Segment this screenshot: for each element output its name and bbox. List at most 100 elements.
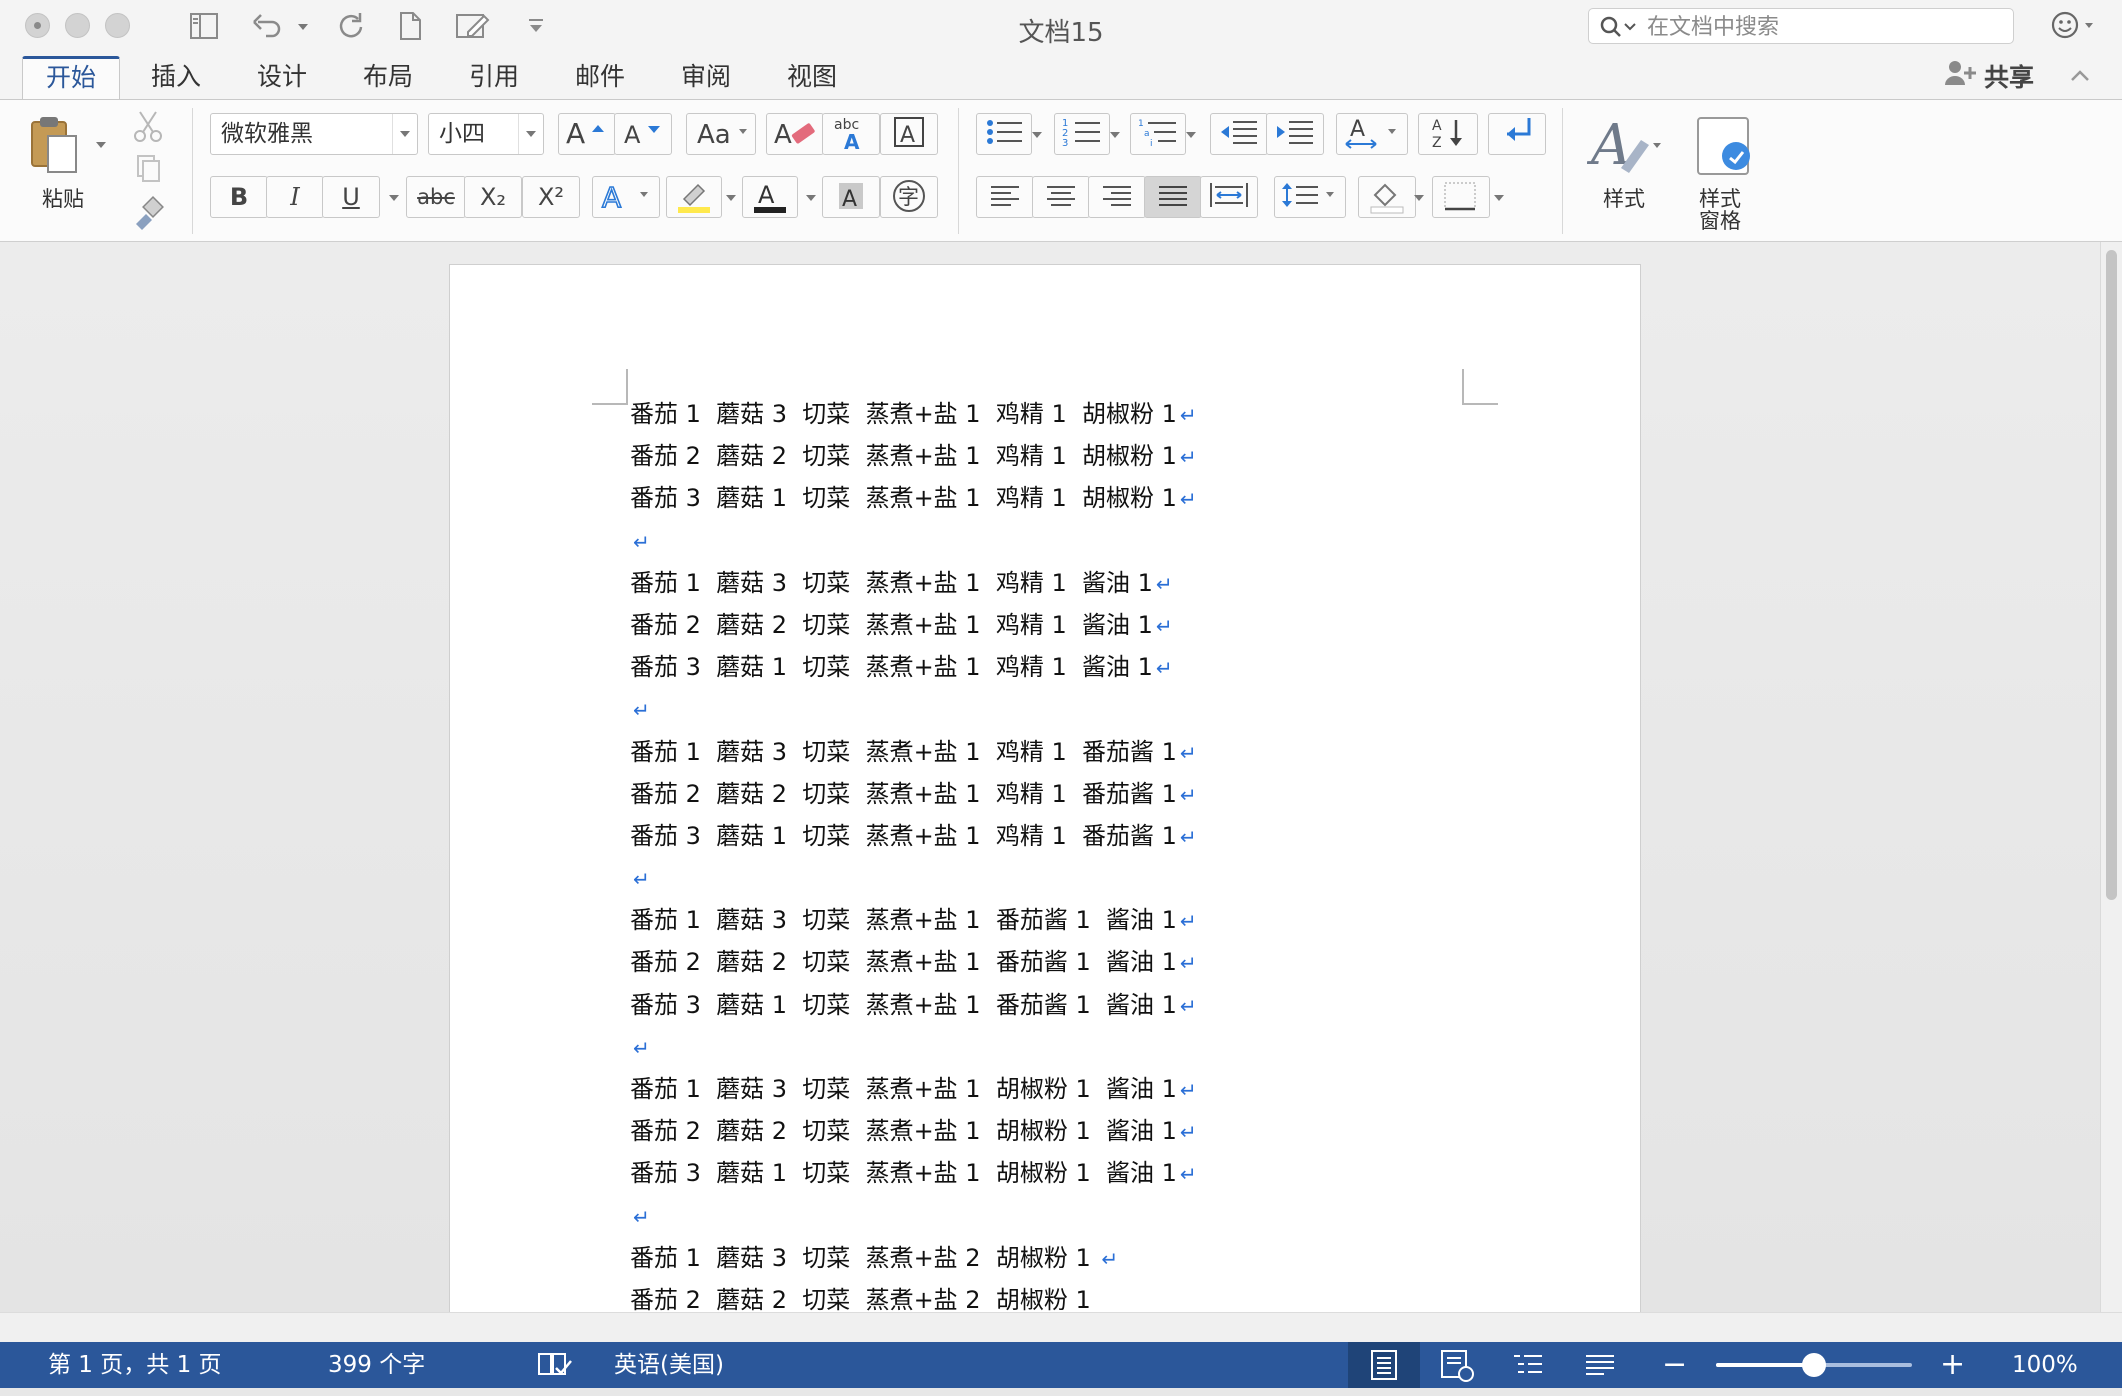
underline-dropdown-icon[interactable] (389, 195, 399, 201)
text-direction-button[interactable]: A (1336, 113, 1408, 155)
minimize-window-button[interactable] (65, 13, 90, 38)
underline-button[interactable]: U (322, 176, 380, 218)
sidebar-toggle-icon[interactable] (188, 10, 220, 42)
edit-document-icon[interactable] (454, 10, 492, 42)
distributed-button[interactable] (1200, 176, 1258, 218)
undo-icon[interactable] (250, 10, 284, 42)
zoom-slider-knob[interactable] (1802, 1353, 1826, 1377)
collapse-ribbon-icon[interactable] (2068, 64, 2092, 92)
draft-view-button[interactable] (1564, 1342, 1636, 1388)
character-shading-button[interactable]: A (822, 176, 880, 218)
document-paragraph[interactable]: 番茄 2 蘑菇 2 切菜 蒸煮+盐 2 胡椒粉 1 (630, 1279, 1530, 1312)
document-paragraph[interactable]: 番茄 3 蘑菇 1 切菜 蒸煮+盐 1 鸡精 1 酱油 1 ↵ (630, 646, 1530, 688)
strikethrough-button[interactable]: abc (406, 176, 466, 218)
document-paragraph[interactable]: 番茄 1 蘑菇 3 切菜 蒸煮+盐 1 番茄酱 1 酱油 1 ↵ (630, 899, 1530, 941)
align-right-button[interactable] (1088, 176, 1146, 218)
document-paragraph[interactable]: 番茄 1 蘑菇 3 切菜 蒸煮+盐 2 胡椒粉 1 ↵ (630, 1237, 1530, 1279)
undo-dropdown-icon[interactable] (298, 24, 308, 30)
shading-dropdown-icon[interactable] (1414, 195, 1424, 201)
justify-button[interactable] (1144, 176, 1202, 218)
subscript-button[interactable]: X₂ (464, 176, 522, 218)
word-count[interactable]: 399 个字 (328, 1342, 425, 1388)
proofing-icon[interactable] (536, 1350, 572, 1380)
document-paragraph[interactable]: 番茄 1 蘑菇 3 切菜 蒸煮+盐 1 鸡精 1 番茄酱 1 ↵ (630, 731, 1530, 773)
multilevel-dropdown-icon[interactable] (1186, 132, 1196, 138)
numbering-dropdown-icon[interactable] (1110, 132, 1120, 138)
font-size-combo[interactable]: 小四 (428, 113, 544, 155)
document-paragraph[interactable]: 番茄 3 蘑菇 1 切菜 蒸煮+盐 1 鸡精 1 番茄酱 1 ↵ (630, 815, 1530, 857)
search-input[interactable] (1645, 12, 1999, 42)
empty-paragraph[interactable]: ↵ (630, 1195, 1530, 1237)
font-size-dropdown-icon[interactable] (518, 114, 543, 154)
language-indicator[interactable]: 英语(美国) (614, 1342, 724, 1388)
document-paragraph[interactable]: 番茄 2 蘑菇 2 切菜 蒸煮+盐 1 鸡精 1 胡椒粉 1 ↵ (630, 435, 1530, 477)
empty-paragraph[interactable]: ↵ (630, 688, 1530, 730)
borders-dropdown-icon[interactable] (1494, 195, 1504, 201)
styles-button[interactable]: A (1584, 108, 1670, 188)
document-paragraph[interactable]: 番茄 1 蘑菇 3 切菜 蒸煮+盐 1 鸡精 1 酱油 1 ↵ (630, 562, 1530, 604)
superscript-button[interactable]: X² (522, 176, 580, 218)
search-box[interactable] (1588, 8, 2014, 44)
scrollbar-thumb[interactable] (2106, 250, 2117, 900)
change-case-button[interactable]: Aa (686, 113, 756, 155)
redo-icon[interactable] (334, 10, 366, 42)
cut-icon[interactable] (130, 108, 166, 148)
bold-button[interactable]: B (210, 176, 268, 218)
web-layout-view-button[interactable] (1420, 1342, 1492, 1388)
highlight-color-button[interactable] (666, 176, 722, 218)
paste-dropdown-icon[interactable] (96, 142, 106, 148)
decrease-indent-button[interactable] (1210, 113, 1268, 155)
tab-design[interactable]: 设计 (242, 56, 322, 100)
copy-icon[interactable] (132, 152, 164, 188)
italic-button[interactable]: I (266, 176, 324, 218)
font-name-dropdown-icon[interactable] (392, 114, 417, 154)
zoom-level[interactable]: 100% (2012, 1342, 2078, 1388)
document-body[interactable]: 番茄 1 蘑菇 3 切菜 蒸煮+盐 1 鸡精 1 胡椒粉 1 ↵ 番茄 2 蘑菇 2… (630, 393, 1530, 1312)
borders-button[interactable] (1432, 176, 1490, 218)
highlight-dropdown-icon[interactable] (726, 195, 736, 201)
document-page[interactable]: 番茄 1 蘑菇 3 切菜 蒸煮+盐 1 鸡精 1 胡椒粉 1 ↵ 番茄 2 蘑菇 2… (449, 264, 1641, 1312)
close-window-button[interactable] (25, 13, 50, 38)
enclose-characters-button[interactable]: 字 (880, 176, 938, 218)
document-paragraph[interactable]: 番茄 1 蘑菇 3 切菜 蒸煮+盐 1 鸡精 1 胡椒粉 1 ↵ (630, 393, 1530, 435)
zoom-in-button[interactable]: + (1940, 1342, 1965, 1388)
numbering-button[interactable]: 123 (1054, 113, 1110, 155)
align-left-button[interactable] (976, 176, 1034, 218)
font-color-dropdown-icon[interactable] (806, 195, 816, 201)
sort-button[interactable]: AZ (1418, 113, 1478, 155)
grow-font-button[interactable]: A (558, 113, 616, 155)
zoom-window-button[interactable] (105, 13, 130, 38)
text-effects-button[interactable]: A (592, 176, 660, 218)
page-count[interactable]: 第 1 页，共 1 页 (48, 1342, 222, 1388)
empty-paragraph[interactable]: ↵ (630, 857, 1530, 899)
tab-mailings[interactable]: 邮件 (560, 56, 640, 100)
bullets-button[interactable] (976, 113, 1032, 155)
share-button[interactable]: 共享 (1944, 58, 2034, 98)
shading-button[interactable] (1358, 176, 1416, 218)
document-paragraph[interactable]: 番茄 3 蘑菇 1 切菜 蒸煮+盐 1 胡椒粉 1 酱油 1 ↵ (630, 1152, 1530, 1194)
empty-paragraph[interactable]: ↵ (630, 520, 1530, 562)
show-paragraph-marks-button[interactable] (1488, 113, 1546, 155)
bullets-dropdown-icon[interactable] (1032, 132, 1042, 138)
document-paragraph[interactable]: 番茄 3 蘑菇 1 切菜 蒸煮+盐 1 鸡精 1 胡椒粉 1 ↵ (630, 477, 1530, 519)
feedback-smiley-icon[interactable] (2050, 10, 2096, 46)
spelling-button[interactable]: abc A (822, 113, 880, 155)
increase-indent-button[interactable] (1266, 113, 1324, 155)
document-canvas[interactable]: 番茄 1 蘑菇 3 切菜 蒸煮+盐 1 鸡精 1 胡椒粉 1 ↵ 番茄 2 蘑菇 2… (0, 242, 2100, 1312)
font-name-combo[interactable]: 微软雅黑 (210, 113, 418, 155)
format-painter-icon[interactable] (130, 196, 166, 234)
tab-view[interactable]: 视图 (772, 56, 852, 100)
document-paragraph[interactable]: 番茄 2 蘑菇 2 切菜 蒸煮+盐 1 鸡精 1 番茄酱 1 ↵ (630, 773, 1530, 815)
shrink-font-button[interactable]: A (614, 113, 672, 155)
tab-insert[interactable]: 插入 (136, 56, 216, 100)
vertical-scrollbar[interactable] (2100, 242, 2122, 1312)
styles-pane-button[interactable] (1690, 114, 1762, 184)
empty-paragraph[interactable]: ↵ (630, 1026, 1530, 1068)
tab-home[interactable]: 开始 (22, 56, 120, 100)
character-border-button[interactable]: A (880, 113, 938, 155)
zoom-slider[interactable] (1716, 1353, 1912, 1377)
font-color-button[interactable]: A (742, 176, 798, 218)
document-paragraph[interactable]: 番茄 1 蘑菇 3 切菜 蒸煮+盐 1 胡椒粉 1 酱油 1 ↵ (630, 1068, 1530, 1110)
document-paragraph[interactable]: 番茄 2 蘑菇 2 切菜 蒸煮+盐 1 番茄酱 1 酱油 1 ↵ (630, 941, 1530, 983)
tab-layout[interactable]: 布局 (348, 56, 428, 100)
